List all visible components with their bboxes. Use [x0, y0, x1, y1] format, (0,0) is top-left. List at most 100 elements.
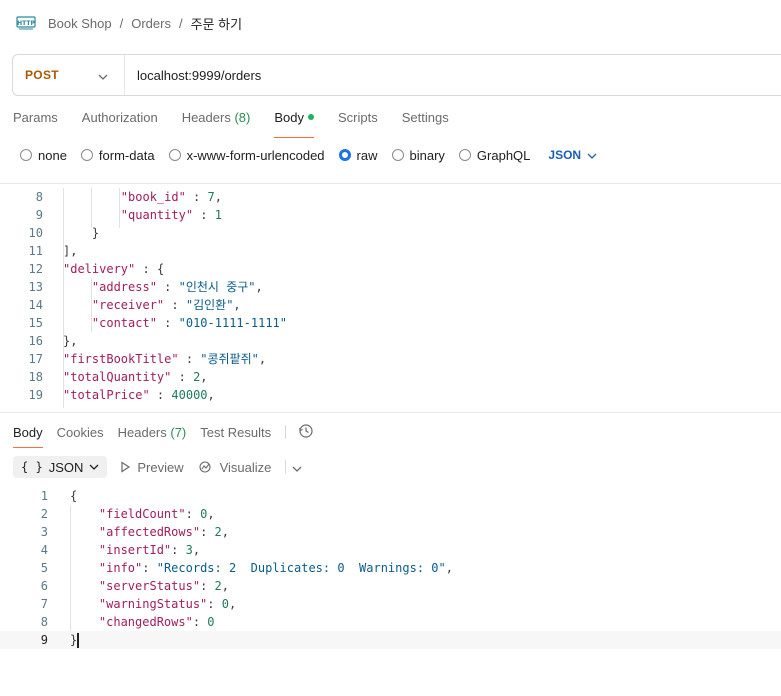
- tab-label: Scripts: [337, 110, 378, 125]
- line-number: 9: [40, 633, 48, 647]
- line-number: 10: [28, 226, 43, 240]
- line-content: }: [91, 226, 100, 240]
- braces-icon: { }: [21, 460, 43, 474]
- method-select[interactable]: POST: [13, 55, 125, 95]
- response-tab-test-results[interactable]: Test Results: [200, 425, 271, 440]
- radio-circle: [338, 149, 351, 161]
- response-body-viewer[interactable]: 1{2 "fieldCount": 0, 3 "affectedRows": 2,…: [0, 487, 781, 649]
- tab-scripts[interactable]: Scripts: [338, 108, 378, 132]
- tab-headers[interactable]: Headers (8): [182, 108, 251, 132]
- radio-label: raw: [356, 147, 378, 163]
- line-number: 9: [35, 208, 43, 222]
- code-line: 9 "quantity" : 1: [0, 206, 781, 224]
- response-tab-headers[interactable]: Headers (7): [118, 425, 187, 440]
- radio-binary[interactable]: binary: [391, 147, 445, 163]
- radio-graphql[interactable]: GraphQL: [458, 148, 530, 163]
- code-line: 15 "contact" : "010-1111-1111": [0, 314, 781, 332]
- code-line: 12 "delivery" : {: [0, 260, 781, 278]
- radio-form-data[interactable]: form-data: [80, 148, 155, 163]
- history-icon[interactable]: [298, 423, 314, 442]
- method-label: POST: [25, 68, 59, 82]
- response-body-lines: 1{2 "fieldCount": 0, 3 "affectedRows": 2,…: [0, 487, 781, 649]
- line-content: "totalQuantity" : 2,: [63, 370, 208, 384]
- line-number: 13: [28, 280, 43, 294]
- tab-label: Cookies: [56, 424, 104, 440]
- svg-text:HTTP: HTTP: [17, 20, 35, 27]
- radio-circle: [458, 149, 471, 161]
- line-content: "info": "Records: 2 Duplicates: 0 Warnin…: [98, 561, 453, 575]
- radio-circle: [391, 149, 404, 161]
- line-content: "receiver" : "김인환",: [91, 298, 241, 312]
- response-tab-body[interactable]: Body: [13, 425, 43, 448]
- response-format-label: JSON: [48, 459, 84, 475]
- editor-divider: [0, 183, 781, 184]
- radio-raw[interactable]: raw: [338, 147, 378, 163]
- radio-label: none: [38, 147, 67, 163]
- response-toolbar: { } JSON Preview Visualize: [13, 456, 302, 478]
- code-line: 18 "totalQuantity" : 2,: [0, 368, 781, 386]
- line-content: "fieldCount": 0,: [98, 507, 215, 521]
- url-bar: POST localhost:9999/orders: [12, 54, 781, 96]
- breadcrumb-separator: /: [119, 15, 124, 31]
- line-content: "changedRows": 0: [98, 615, 215, 629]
- line-number: 14: [28, 298, 43, 312]
- tab-body[interactable]: Body: [274, 108, 314, 138]
- headers-count: (8): [234, 110, 251, 125]
- tab-label: Authorization: [81, 110, 158, 125]
- radio-circle: [20, 149, 32, 161]
- tab-params[interactable]: Params: [13, 108, 58, 132]
- tab-settings[interactable]: Settings: [402, 108, 449, 132]
- line-number: 4: [40, 543, 48, 557]
- line-content: "serverStatus": 2,: [98, 579, 229, 593]
- line-number: 7: [40, 597, 48, 611]
- tab-label: Settings: [401, 110, 449, 125]
- response-tab-cookies[interactable]: Cookies: [57, 425, 104, 440]
- text-cursor: [77, 633, 80, 648]
- raw-format-select[interactable]: JSON: [548, 148, 597, 162]
- toolbar-separator: [285, 460, 287, 474]
- code-line: 9}: [0, 631, 781, 649]
- response-divider: [0, 412, 781, 413]
- breadcrumb-item-collection[interactable]: Book Shop: [48, 16, 112, 31]
- breadcrumb-item-folder[interactable]: Orders: [131, 16, 171, 31]
- visualize-button[interactable]: Visualize: [198, 459, 272, 475]
- tab-label: Headers: [181, 110, 231, 125]
- preview-button[interactable]: Preview: [119, 459, 184, 475]
- breadcrumb-item-request[interactable]: 주문 하기: [191, 14, 242, 33]
- line-content: "insertId": 3,: [98, 543, 201, 557]
- code-line: 5 "info": "Records: 2 Duplicates: 0 Warn…: [0, 559, 781, 577]
- request-tabs: Params Authorization Headers (8) Body Sc…: [13, 108, 473, 138]
- code-line: 8 "changedRows": 0: [0, 613, 781, 631]
- breadcrumb-separator: /: [178, 15, 183, 31]
- response-format-select[interactable]: { } JSON: [13, 456, 108, 478]
- radio-label: binary: [409, 147, 445, 163]
- radio-urlencoded[interactable]: x-www-form-urlencoded: [168, 148, 325, 163]
- visualize-label: Visualize: [219, 459, 272, 475]
- chevron-down-icon: [98, 68, 108, 83]
- code-line: 3 "affectedRows": 2,: [0, 523, 781, 541]
- line-content: {: [70, 489, 78, 503]
- line-content: }: [70, 633, 80, 648]
- http-icon: HTTP: [16, 14, 36, 32]
- line-number: 8: [40, 615, 48, 629]
- url-input[interactable]: localhost:9999/orders: [125, 68, 261, 83]
- tab-label: Test Results: [200, 424, 272, 440]
- code-line: 19 "totalPrice" : 40000,: [0, 386, 781, 404]
- tab-label: Headers: [117, 424, 167, 440]
- radio-none[interactable]: none: [20, 148, 67, 163]
- chevron-down-icon[interactable]: [292, 460, 302, 475]
- line-content: "delivery" : {: [63, 262, 165, 276]
- line-content: "firstBookTitle" : "콩쥐팥쥐",: [63, 352, 267, 366]
- tab-authorization[interactable]: Authorization: [82, 108, 158, 132]
- preview-label: Preview: [137, 459, 184, 475]
- request-body-editor[interactable]: 8 "book_id" : 7, 9 "quantity" : 1 10 } 11],…: [0, 188, 781, 408]
- body-type-options: none form-data x-www-form-urlencoded raw…: [20, 146, 597, 164]
- tab-label: Body: [274, 110, 304, 125]
- headers-count: (7): [170, 424, 187, 440]
- code-line: 16},: [0, 332, 781, 350]
- line-number: 15: [28, 316, 43, 330]
- line-content: ],: [63, 244, 78, 258]
- raw-format-label: JSON: [548, 148, 582, 162]
- code-line: 6 "serverStatus": 2,: [0, 577, 781, 595]
- line-content: "affectedRows": 2,: [98, 525, 229, 539]
